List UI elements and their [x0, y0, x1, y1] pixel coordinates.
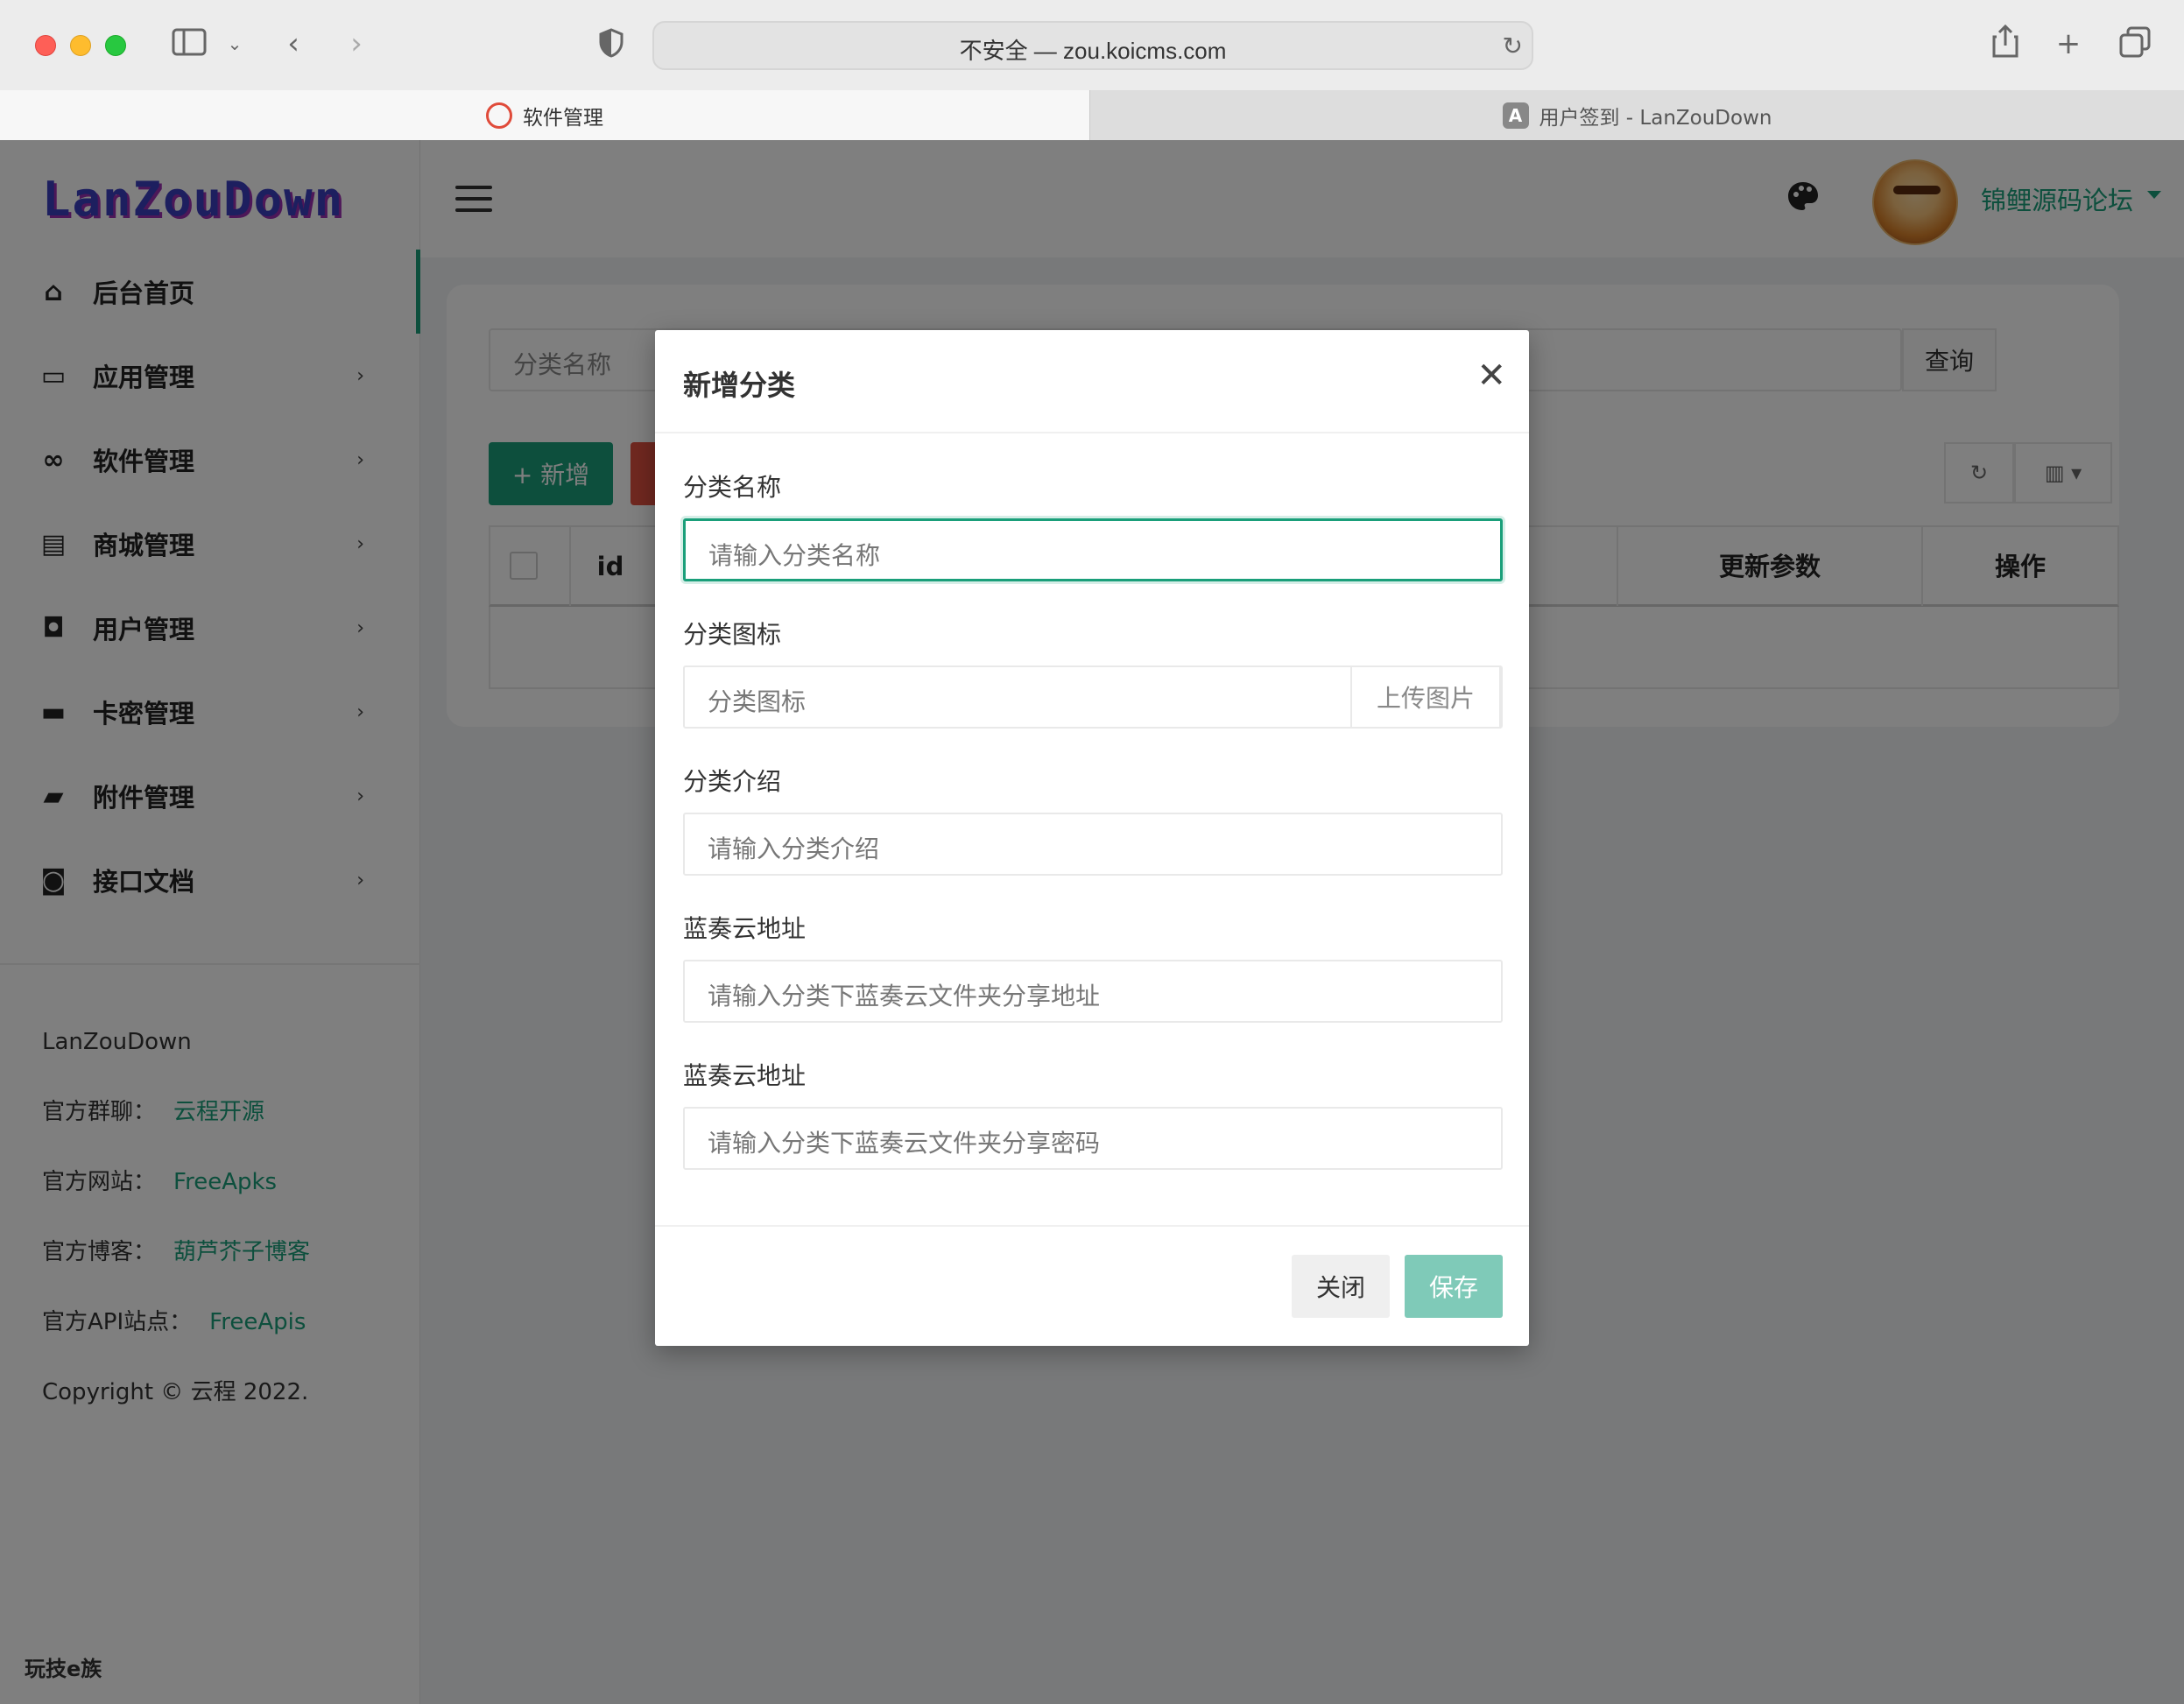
new-tab-icon[interactable]: +: [2053, 26, 2084, 61]
name-placeholder: 请输入分类名称: [708, 541, 881, 570]
reload-icon[interactable]: ↻: [1503, 32, 1523, 60]
window-close-button[interactable]: [35, 35, 56, 56]
share-icon[interactable]: [1990, 24, 2021, 60]
address-text: 不安全 — zou.koicms.com: [959, 38, 1227, 64]
lanzou-url-label: 蓝奏云地址: [683, 914, 807, 943]
category-icon-input[interactable]: 分类图标 上传图片: [683, 665, 1503, 729]
modal-title: 新增分类: [683, 369, 796, 402]
tab-label: 用户签到 - LanZouDown: [1539, 106, 1772, 130]
letter-a-favicon-icon: A: [1502, 102, 1529, 129]
tab-label: 软件管理: [523, 106, 603, 130]
save-button[interactable]: 保存: [1405, 1255, 1503, 1318]
browser-chrome: ⌄ ‹ › 不安全 — zou.koicms.com ↻ + 软件管理 A 用户…: [0, 0, 2184, 140]
tab-user-signin[interactable]: A 用户签到 - LanZouDown: [1089, 90, 2184, 140]
lanzou-url-input[interactable]: 请输入分类下蓝奏云文件夹分享地址: [683, 960, 1503, 1023]
intro-placeholder: 请输入分类介绍: [708, 834, 880, 863]
category-name-input[interactable]: 请输入分类名称: [683, 518, 1503, 581]
close-button[interactable]: 关闭: [1292, 1255, 1390, 1318]
icon-label: 分类图标: [683, 620, 782, 649]
app-root: LanZouDown ⌂ 后台首页 ▭ 应用管理 › ∞ 软件管理 › ▤ 商城…: [0, 140, 2184, 1704]
add-category-modal: 新增分类 ✕ 分类名称 请输入分类名称 分类图标 分类图标 上传图片 分类介绍 …: [655, 330, 1529, 1346]
site-favicon-icon: [486, 102, 512, 129]
tab-overview-icon[interactable]: [2117, 26, 2152, 61]
browser-tabs: 软件管理 A 用户签到 - LanZouDown: [0, 90, 2184, 140]
lanzou-url-placeholder: 请输入分类下蓝奏云文件夹分享地址: [708, 982, 1101, 1010]
browser-toolbar: ⌄ ‹ › 不安全 — zou.koicms.com ↻ +: [0, 0, 2184, 90]
category-intro-input[interactable]: 请输入分类介绍: [683, 813, 1503, 876]
modal-footer-divider: [655, 1225, 1529, 1227]
sidebar-toggle-icon[interactable]: [170, 28, 208, 63]
tab-software-management[interactable]: 软件管理: [0, 90, 1089, 140]
lanzou-password-placeholder: 请输入分类下蓝奏云文件夹分享密码: [708, 1129, 1101, 1158]
name-label: 分类名称: [683, 473, 782, 502]
back-icon[interactable]: ‹: [280, 26, 306, 61]
close-icon[interactable]: ✕: [1476, 358, 1506, 393]
forward-icon[interactable]: ›: [343, 26, 370, 61]
modal-header: 新增分类 ✕: [655, 330, 1529, 433]
upload-image-button[interactable]: 上传图片: [1350, 665, 1501, 729]
window-minimize-button[interactable]: [70, 35, 91, 56]
chevron-down-icon[interactable]: ⌄: [224, 26, 245, 61]
intro-label: 分类介绍: [683, 767, 782, 796]
privacy-shield-icon[interactable]: [595, 28, 627, 63]
icon-placeholder: 分类图标: [708, 687, 807, 716]
lanzou-password-input[interactable]: 请输入分类下蓝奏云文件夹分享密码: [683, 1107, 1503, 1170]
address-bar[interactable]: 不安全 — zou.koicms.com ↻: [652, 21, 1533, 70]
window-zoom-button[interactable]: [105, 35, 126, 56]
lanzou-password-label: 蓝奏云地址: [683, 1061, 807, 1090]
